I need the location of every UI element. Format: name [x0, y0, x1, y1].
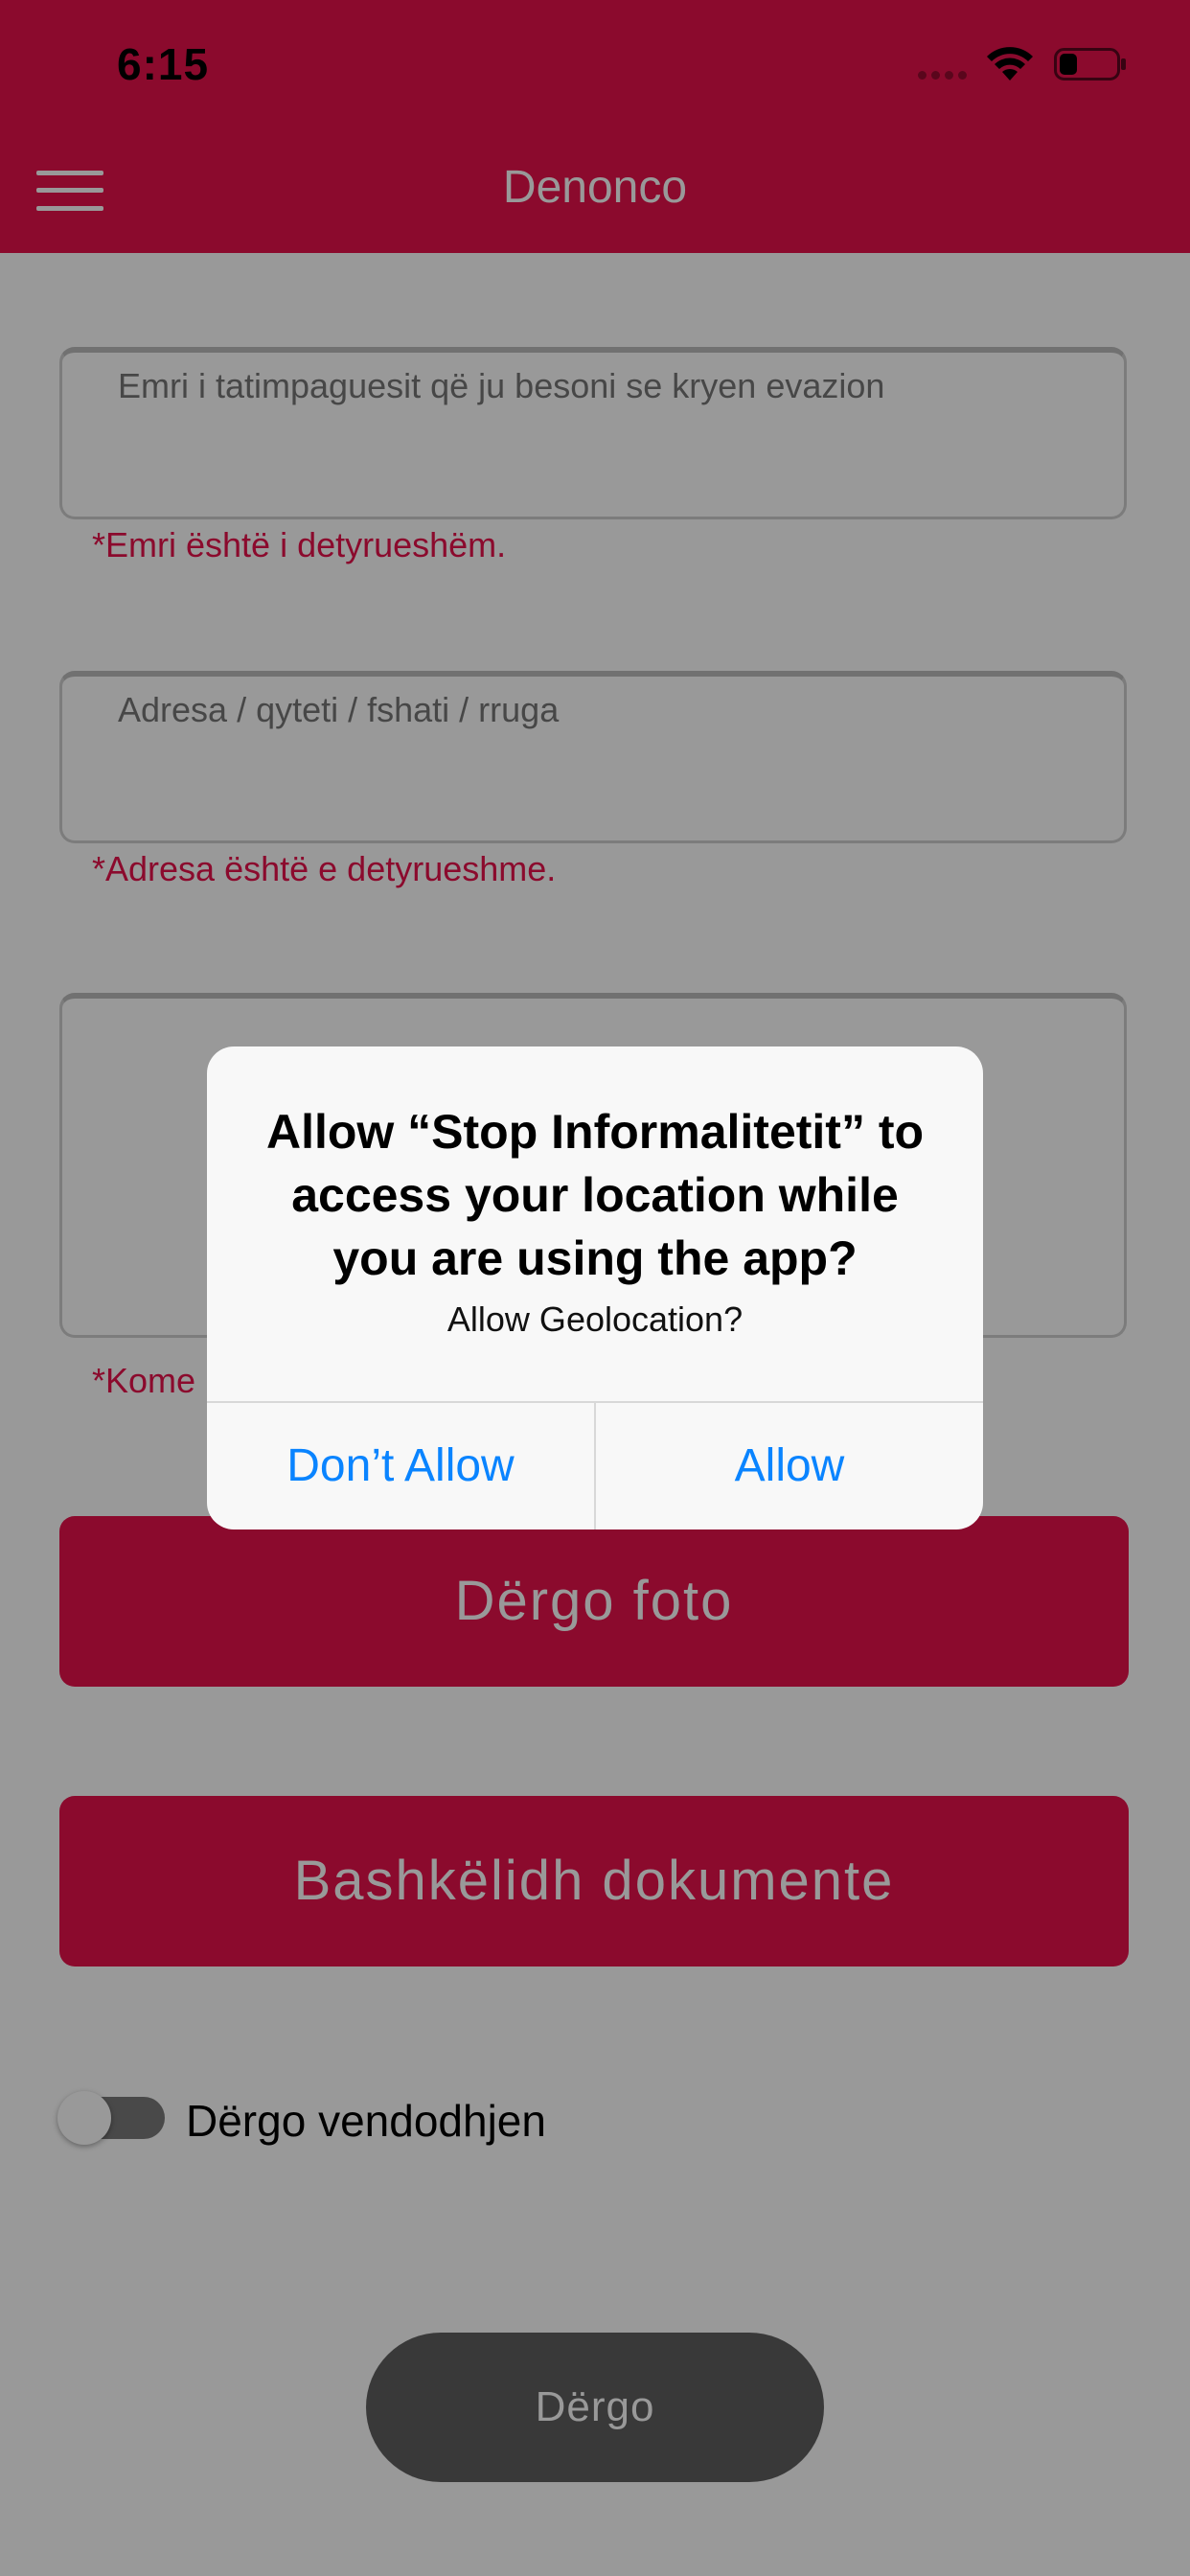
alert-message: Allow Geolocation?: [446, 1300, 744, 1339]
app-screen: 6:15 Denonco Emri i tatimpaguesit që ju …: [0, 0, 1190, 2576]
allow-button[interactable]: Allow: [596, 1403, 983, 1530]
location-permission-alert: Allow “Stop Informalitetit” to access yo…: [207, 1046, 983, 1530]
dont-allow-button[interactable]: Don’t Allow: [207, 1403, 594, 1530]
alert-title: Allow “Stop Informalitetit” to access yo…: [265, 1105, 925, 1285]
